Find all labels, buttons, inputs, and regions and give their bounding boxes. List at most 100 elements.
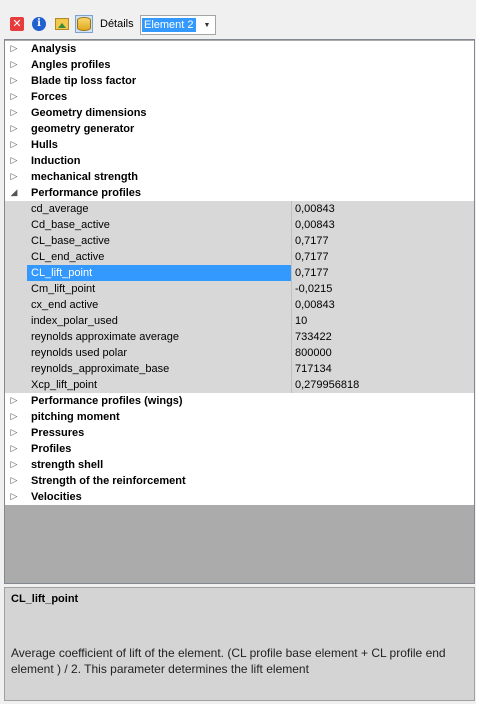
- property-row[interactable]: CL_lift_point 0,7177: [5, 264, 474, 281]
- database-button[interactable]: [75, 15, 93, 33]
- property-row[interactable]: reynolds_approximate_base 717134: [5, 360, 474, 377]
- property-name[interactable]: Cm_lift_point: [27, 280, 292, 297]
- category-row[interactable]: ▷ Angles profiles: [5, 57, 474, 73]
- row-margin: [5, 216, 27, 233]
- property-name[interactable]: CL_end_active: [27, 248, 292, 265]
- expand-icon[interactable]: ▷: [5, 476, 23, 486]
- property-value[interactable]: 0,7177: [292, 232, 474, 249]
- description-title: CL_lift_point: [11, 593, 79, 605]
- property-name[interactable]: CL_lift_point: [27, 264, 292, 281]
- category-label: Velocities: [31, 491, 82, 503]
- property-value[interactable]: 0,7177: [292, 248, 474, 265]
- property-value[interactable]: 0,00843: [292, 200, 474, 217]
- category-row[interactable]: ▷ Pressures: [5, 425, 474, 441]
- category-row[interactable]: ▷ geometry generator: [5, 121, 474, 137]
- expand-icon[interactable]: ▷: [5, 124, 23, 134]
- property-value[interactable]: 10: [292, 312, 474, 329]
- category-row[interactable]: ▷ Strength of the reinforcement: [5, 473, 474, 489]
- category-label: strength shell: [31, 459, 104, 471]
- property-name[interactable]: index_polar_used: [27, 312, 292, 329]
- property-row[interactable]: CL_base_active 0,7177: [5, 232, 474, 249]
- category-label: Analysis: [31, 43, 77, 55]
- property-name[interactable]: cx_end active: [27, 296, 292, 313]
- property-grid[interactable]: ▷ Analysis ▷ Angles profiles ▷ Blade tip loss…: [4, 39, 475, 584]
- expand-icon[interactable]: ▷: [5, 444, 23, 454]
- category-row[interactable]: ▷ Performance profiles (wings): [5, 393, 474, 409]
- property-value[interactable]: 0,00843: [292, 296, 474, 313]
- expand-icon[interactable]: ▷: [5, 492, 23, 502]
- property-row[interactable]: index_polar_used 10: [5, 312, 474, 329]
- category-row[interactable]: ▷ Analysis: [5, 41, 474, 57]
- database-icon: [77, 17, 91, 31]
- category-row[interactable]: ▷ Forces: [5, 89, 474, 105]
- property-row[interactable]: cd_average 0,00843: [5, 200, 474, 217]
- element-select[interactable]: Element 2 ▼: [140, 15, 216, 35]
- property-name[interactable]: Cd_base_active: [27, 216, 292, 233]
- row-margin: [5, 360, 27, 377]
- property-value[interactable]: 733422: [292, 328, 474, 345]
- property-row[interactable]: reynolds approximate average 733422: [5, 328, 474, 345]
- expand-icon[interactable]: ▷: [5, 44, 23, 54]
- category-row[interactable]: ▷ strength shell: [5, 457, 474, 473]
- property-name[interactable]: CL_base_active: [27, 232, 292, 249]
- close-icon: ✕: [10, 17, 24, 31]
- property-row[interactable]: cx_end active 0,00843: [5, 296, 474, 313]
- category-row[interactable]: ▷ Profiles: [5, 441, 474, 457]
- property-value[interactable]: 0,7177: [292, 264, 474, 281]
- row-margin: [5, 280, 27, 297]
- expand-icon[interactable]: ▷: [5, 60, 23, 70]
- close-button[interactable]: ✕: [8, 15, 26, 33]
- category-label: Induction: [31, 155, 81, 167]
- expand-icon[interactable]: ▷: [5, 460, 23, 470]
- property-rows: ▷ Analysis ▷ Angles profiles ▷ Blade tip loss…: [5, 41, 474, 505]
- category-row[interactable]: ▷ Geometry dimensions: [5, 105, 474, 121]
- property-value[interactable]: 717134: [292, 360, 474, 377]
- category-row[interactable]: ▷ pitching moment: [5, 409, 474, 425]
- row-margin: [5, 344, 27, 361]
- property-row[interactable]: Cm_lift_point -0,0215: [5, 280, 474, 297]
- collapse-icon[interactable]: ◢: [5, 188, 23, 198]
- category-label: geometry generator: [31, 123, 135, 135]
- category-label: Blade tip loss factor: [31, 75, 137, 87]
- category-row[interactable]: ◢ Performance profiles: [5, 185, 474, 201]
- property-name[interactable]: cd_average: [27, 200, 292, 217]
- category-label: Angles profiles: [31, 59, 111, 71]
- element-select-value: Element 2: [142, 18, 196, 32]
- expand-icon[interactable]: ▷: [5, 76, 23, 86]
- image-button[interactable]: [53, 15, 71, 33]
- category-label: Strength of the reinforcement: [31, 475, 186, 487]
- category-label: Profiles: [31, 443, 72, 455]
- expand-icon[interactable]: ▷: [5, 396, 23, 406]
- chevron-down-icon[interactable]: ▼: [199, 16, 215, 34]
- category-row[interactable]: ▷ Induction: [5, 153, 474, 169]
- property-value[interactable]: 0,00843: [292, 216, 474, 233]
- category-label: Pressures: [31, 427, 85, 439]
- category-row[interactable]: ▷ Velocities: [5, 489, 474, 505]
- expand-icon[interactable]: ▷: [5, 92, 23, 102]
- expand-icon[interactable]: ▷: [5, 172, 23, 182]
- category-row[interactable]: ▷ Hulls: [5, 137, 474, 153]
- category-row[interactable]: ▷ Blade tip loss factor: [5, 73, 474, 89]
- expand-icon[interactable]: ▷: [5, 156, 23, 166]
- property-name[interactable]: Xcp_lift_point: [27, 376, 292, 393]
- info-button[interactable]: i: [30, 15, 48, 33]
- property-row[interactable]: Xcp_lift_point 0,279956818: [5, 376, 474, 393]
- property-value[interactable]: -0,0215: [292, 280, 474, 297]
- property-name[interactable]: reynolds_approximate_base: [27, 360, 292, 377]
- row-margin: [5, 328, 27, 345]
- property-row[interactable]: CL_end_active 0,7177: [5, 248, 474, 265]
- property-row[interactable]: reynolds used polar 800000: [5, 344, 474, 361]
- property-name[interactable]: reynolds approximate average: [27, 328, 292, 345]
- expand-icon[interactable]: ▷: [5, 428, 23, 438]
- property-name[interactable]: reynolds used polar: [27, 344, 292, 361]
- property-value[interactable]: 800000: [292, 344, 474, 361]
- row-margin: [5, 232, 27, 249]
- property-row[interactable]: Cd_base_active 0,00843: [5, 216, 474, 233]
- category-row[interactable]: ▷ mechanical strength: [5, 169, 474, 185]
- expand-icon[interactable]: ▷: [5, 412, 23, 422]
- property-value[interactable]: 0,279956818: [292, 376, 474, 393]
- toolbar: ✕ i Détails Element 2 ▼: [0, 0, 478, 38]
- expand-icon[interactable]: ▷: [5, 108, 23, 118]
- category-label: Forces: [31, 91, 68, 103]
- expand-icon[interactable]: ▷: [5, 140, 23, 150]
